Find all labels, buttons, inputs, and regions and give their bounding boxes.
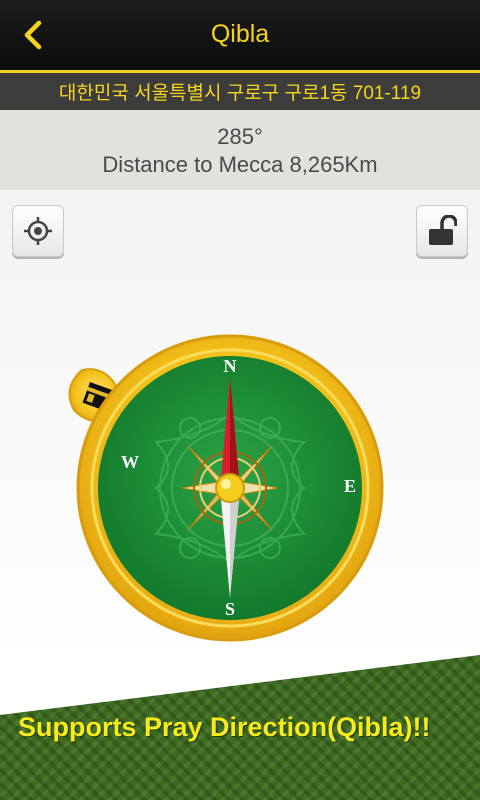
lock-button[interactable]	[416, 205, 468, 257]
compass-west-label: W	[121, 452, 139, 472]
promo-tagline: Supports Pray Direction(Qibla)!!	[18, 712, 431, 742]
address-bar: 대한민국 서울특별시 구로구 구로1동 701-119	[0, 73, 480, 110]
app-bar: Qibla	[0, 0, 480, 73]
crosshair-icon	[24, 217, 52, 245]
info-panel: 285° Distance to Mecca 8,265Km	[0, 110, 480, 190]
locate-button[interactable]	[12, 205, 64, 257]
compass-south-label: S	[225, 599, 235, 619]
compass: N S W E	[68, 334, 384, 642]
distance-to-mecca: Distance to Mecca 8,265Km	[102, 152, 378, 177]
direction-degrees: 285°	[217, 124, 263, 149]
page-title: Qibla	[210, 20, 270, 48]
address-text: 대한민국 서울특별시 구로구 구로1동 701-119	[58, 83, 422, 104]
compass-north-label: N	[224, 356, 237, 376]
compass-east-label: E	[344, 476, 356, 496]
unlock-icon	[429, 215, 457, 245]
